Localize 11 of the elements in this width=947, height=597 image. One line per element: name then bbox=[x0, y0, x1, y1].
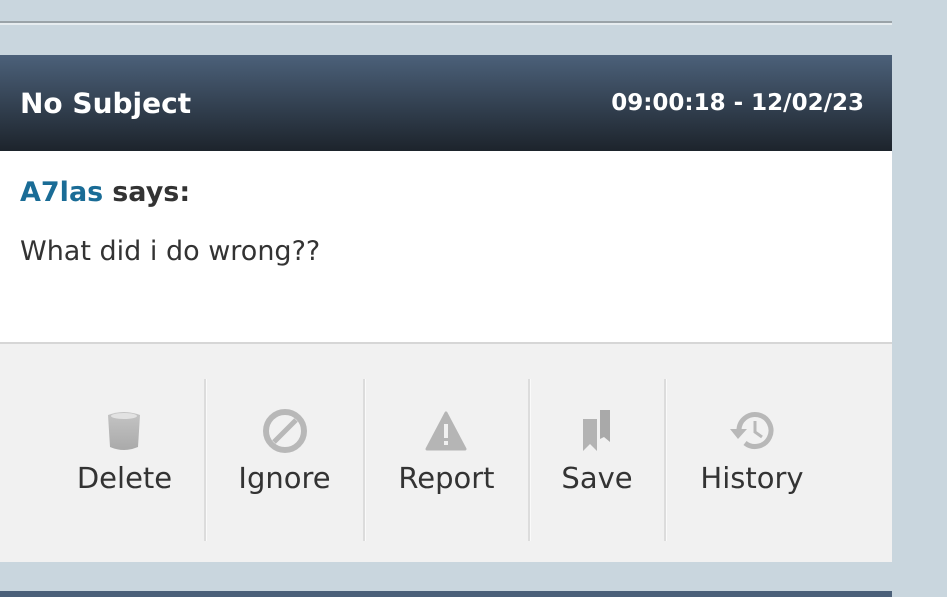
message-timestamp: 09:00:18 - 12/02/23 bbox=[611, 90, 864, 116]
ignore-button[interactable]: Ignore bbox=[232, 379, 337, 495]
message-text: What did i do wrong?? bbox=[20, 236, 322, 267]
author-link[interactable]: A7las bbox=[20, 177, 104, 208]
report-button[interactable]: Report bbox=[392, 379, 501, 495]
delete-button[interactable]: Delete bbox=[70, 379, 178, 495]
block-icon bbox=[262, 407, 306, 455]
message-subject: No Subject bbox=[20, 86, 192, 120]
history-button[interactable]: History bbox=[694, 379, 810, 495]
save-button[interactable]: Save bbox=[555, 379, 639, 495]
says-label: says: bbox=[112, 177, 190, 208]
